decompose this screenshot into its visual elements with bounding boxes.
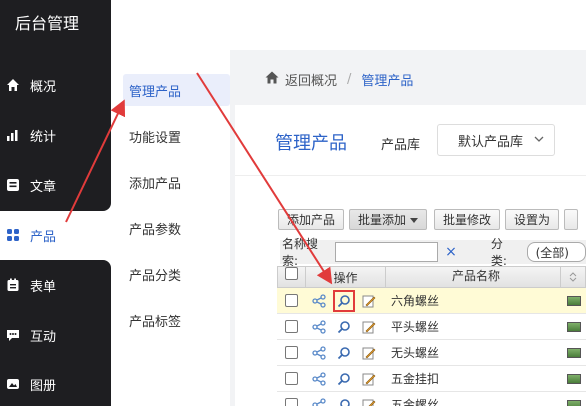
chat-icon	[6, 328, 20, 342]
share-icon[interactable]	[309, 343, 329, 363]
home-icon	[265, 71, 279, 88]
sidebar-item-label: 互动	[30, 329, 57, 345]
sidebar-item-products[interactable]: 产品	[0, 217, 111, 253]
submenu-item-manage-products[interactable]: 管理产品	[123, 74, 230, 106]
product-grid: 操作 产品名称 六角螺丝 平头螺丝 无头螺丝 五金挂扣 五金螺丝	[277, 266, 586, 406]
edit-icon[interactable]	[359, 369, 379, 389]
search-icon[interactable]	[333, 289, 355, 312]
sidebar-item-album[interactable]: 图册	[0, 366, 111, 402]
submenu-item-categories[interactable]: 产品分类	[123, 258, 230, 290]
submenu-item-parameters[interactable]: 产品参数	[123, 212, 230, 244]
search-row: 名称搜索: × 分类: (全部)	[280, 237, 586, 268]
divider	[235, 175, 586, 176]
breadcrumb-back-link[interactable]: 返回概况	[285, 70, 337, 89]
product-name: 六角螺丝	[391, 294, 440, 308]
header-name[interactable]: 产品名称	[386, 267, 561, 287]
batch-edit-button[interactable]: 批量修改	[434, 209, 501, 230]
name-search-label: 名称搜索:	[282, 237, 319, 268]
caret-down-icon	[410, 213, 419, 227]
search-icon[interactable]	[334, 369, 354, 389]
product-name: 平头螺丝	[391, 320, 440, 334]
sidebar-item-articles[interactable]: 文章	[0, 167, 111, 203]
image-icon[interactable]	[567, 347, 581, 358]
edit-icon[interactable]	[359, 343, 379, 363]
share-icon[interactable]	[309, 369, 329, 389]
chevron-down-icon	[534, 133, 544, 147]
product-name: 无头螺丝	[391, 346, 440, 360]
search-icon[interactable]	[334, 343, 354, 363]
article-icon	[6, 178, 20, 192]
batch-add-label: 批量添加	[358, 213, 407, 227]
table-row[interactable]: 无头螺丝	[277, 340, 586, 366]
image-icon[interactable]	[567, 295, 581, 306]
table-row[interactable]: 六角螺丝	[277, 288, 586, 314]
edit-icon[interactable]	[359, 395, 379, 406]
library-select[interactable]: 默认产品库	[437, 124, 555, 156]
album-icon	[6, 377, 20, 391]
top-bar	[111, 0, 586, 50]
set-as-button[interactable]: 设置为	[505, 209, 560, 230]
image-icon[interactable]	[567, 399, 581, 406]
product-name: 五金挂扣	[391, 372, 440, 386]
clear-search-icon[interactable]: ×	[445, 244, 457, 260]
table-row[interactable]: 五金螺丝	[277, 392, 586, 406]
search-icon[interactable]	[334, 395, 354, 406]
category-select[interactable]: (全部)	[526, 242, 586, 262]
breadcrumb-separator: /	[347, 72, 352, 87]
header-ops: 操作	[306, 267, 386, 287]
sidebar-item-forms[interactable]: 表单	[0, 267, 111, 303]
sidebar-item-label: 图册	[30, 378, 57, 394]
submenu-item-settings[interactable]: 功能设置	[123, 120, 230, 152]
grid-toolbar: 添加产品 批量添加 批量修改 设置为	[278, 209, 583, 230]
grid-icon	[6, 228, 20, 242]
grid-header: 操作 产品名称	[277, 266, 586, 288]
form-icon	[6, 278, 20, 292]
sidebar-item-label: 统计	[30, 129, 57, 145]
sidebar-item-label: 文章	[30, 179, 57, 195]
name-search-input[interactable]	[335, 242, 439, 262]
add-product-button[interactable]: 添加产品	[278, 209, 345, 230]
sidebar-item-label: 表单	[30, 279, 57, 295]
category-select-value: (全部)	[535, 245, 569, 260]
edit-icon[interactable]	[359, 291, 379, 311]
more-button[interactable]	[564, 209, 579, 230]
header-checkbox-cell	[278, 267, 306, 287]
edit-icon[interactable]	[359, 317, 379, 337]
select-all-checkbox[interactable]	[285, 267, 298, 280]
product-submenu: 管理产品 功能设置 添加产品 产品参数 产品分类 产品标签	[111, 50, 230, 406]
submenu-item-tags[interactable]: 产品标签	[123, 304, 230, 336]
search-icon[interactable]	[334, 317, 354, 337]
sidebar-item-label: 产品	[30, 229, 57, 245]
image-icon[interactable]	[567, 321, 581, 332]
table-row[interactable]: 五金挂扣	[277, 366, 586, 392]
sidebar-item-stats[interactable]: 统计	[0, 117, 111, 153]
product-name: 五金螺丝	[391, 398, 440, 406]
category-label: 分类:	[490, 237, 507, 268]
sidebar: 后台管理 概况 统计 文章 产品 表单 互动 图册	[0, 0, 111, 406]
library-label: 产品库	[381, 138, 421, 153]
share-icon[interactable]	[309, 291, 329, 311]
chart-icon	[6, 128, 20, 142]
share-icon[interactable]	[309, 317, 329, 337]
row-checkbox[interactable]	[284, 294, 298, 307]
page-title: 管理产品	[275, 133, 347, 154]
row-checkbox[interactable]	[284, 346, 298, 359]
sidebar-item-label: 概况	[30, 79, 57, 95]
image-icon[interactable]	[567, 373, 581, 384]
app-title: 后台管理	[15, 14, 80, 33]
row-checkbox[interactable]	[284, 398, 298, 406]
sidebar-item-interact[interactable]: 互动	[0, 317, 111, 353]
row-checkbox[interactable]	[284, 372, 298, 385]
submenu-item-add-product[interactable]: 添加产品	[123, 166, 230, 198]
table-row[interactable]: 平头螺丝	[277, 314, 586, 340]
row-checkbox[interactable]	[284, 320, 298, 333]
header-sort-icon[interactable]	[561, 272, 585, 282]
batch-add-button[interactable]: 批量添加	[349, 209, 428, 230]
sidebar-item-overview[interactable]: 概况	[0, 67, 111, 103]
share-icon[interactable]	[309, 395, 329, 406]
breadcrumb: 返回概况 / 管理产品	[265, 70, 413, 89]
breadcrumb-current: 管理产品	[361, 74, 414, 89]
home-icon	[6, 78, 20, 92]
library-select-value: 默认产品库	[458, 134, 524, 150]
